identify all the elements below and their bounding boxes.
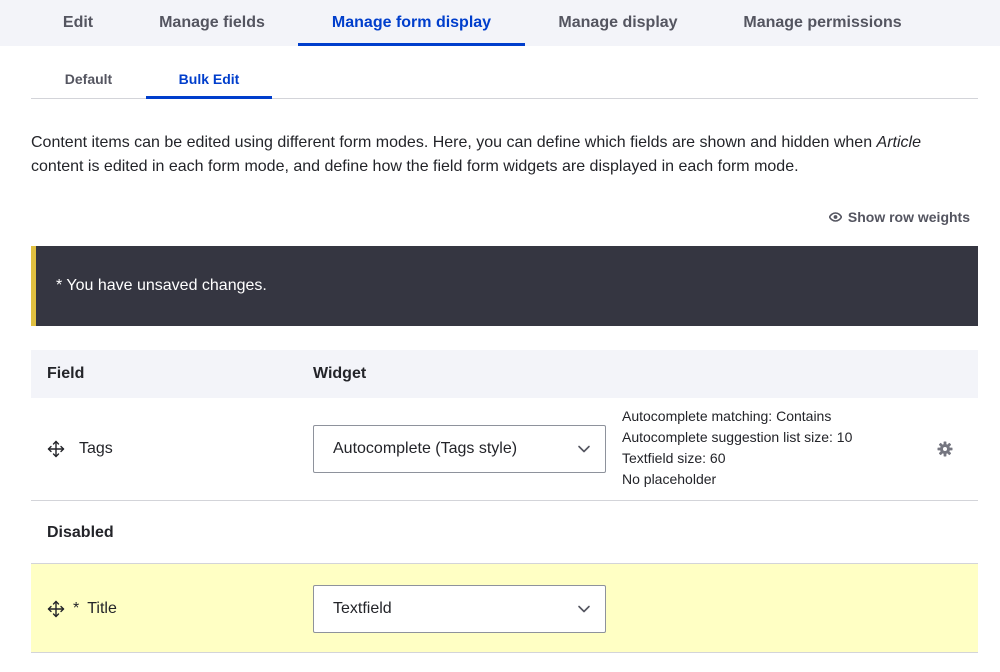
summary-line: Autocomplete matching: Contains [622,408,832,424]
eye-icon [828,212,842,222]
summary-line: Autocomplete suggestion list size: 10 [622,429,853,445]
tab-manage-form-display[interactable]: Manage form display [298,0,525,46]
tab-manage-fields[interactable]: Manage fields [140,0,284,46]
summary-line: Textfield size: 60 [622,450,726,466]
chevron-down-icon [578,605,590,613]
secondary-tabs: Default Bulk Edit [31,60,978,99]
widget-select-value: Autocomplete (Tags style) [333,440,518,457]
changed-marker: * [73,600,80,617]
gear-icon[interactable] [937,441,953,457]
region-title-disabled: Disabled [47,523,114,541]
widget-select-title[interactable]: Textfield [313,585,606,633]
description-text-2: content is edited in each form mode, and… [31,158,799,175]
field-label-tags: Tags [79,440,113,457]
field-label-title: Title [87,600,117,617]
table-row: Tags Autocomplete (Tags style) Autocompl… [31,398,978,501]
summary-line: No placeholder [622,471,717,487]
widget-select-value: Textfield [333,600,392,617]
page-description: Content items can be edited using differ… [31,131,971,179]
chevron-down-icon [578,445,590,453]
show-row-weights-button[interactable]: Show row weights [828,207,970,227]
header-widget: Widget [313,365,367,382]
primary-tabs: Edit Manage fields Manage form display M… [0,0,1000,46]
table-row: * Title Textfield [31,564,978,653]
show-row-weights-label: Show row weights [847,209,970,225]
widget-summary: Autocomplete matching: Contains Autocomp… [622,406,852,490]
move-arrows-icon[interactable] [47,600,65,618]
field-display-table: Field Widget Tags Autocomplete (Tags sty… [31,350,978,653]
widget-select-tags[interactable]: Autocomplete (Tags style) [313,425,606,473]
message-text: * You have unsaved changes. [56,277,267,294]
tab-manage-permissions[interactable]: Manage permissions [715,0,930,46]
tab-manage-display[interactable]: Manage display [540,0,696,46]
tab-default[interactable]: Default [31,60,146,98]
move-arrows-icon[interactable] [47,440,65,458]
description-bundle-name: Article [876,134,921,151]
description-text-1: Content items can be edited using differ… [31,134,877,151]
unsaved-changes-message: * You have unsaved changes. [31,246,978,326]
table-header: Field Widget [31,350,978,398]
region-title-row: Disabled [31,501,978,564]
tab-edit[interactable]: Edit [32,0,124,46]
tab-bulk-edit[interactable]: Bulk Edit [146,60,272,99]
header-field: Field [47,365,85,382]
